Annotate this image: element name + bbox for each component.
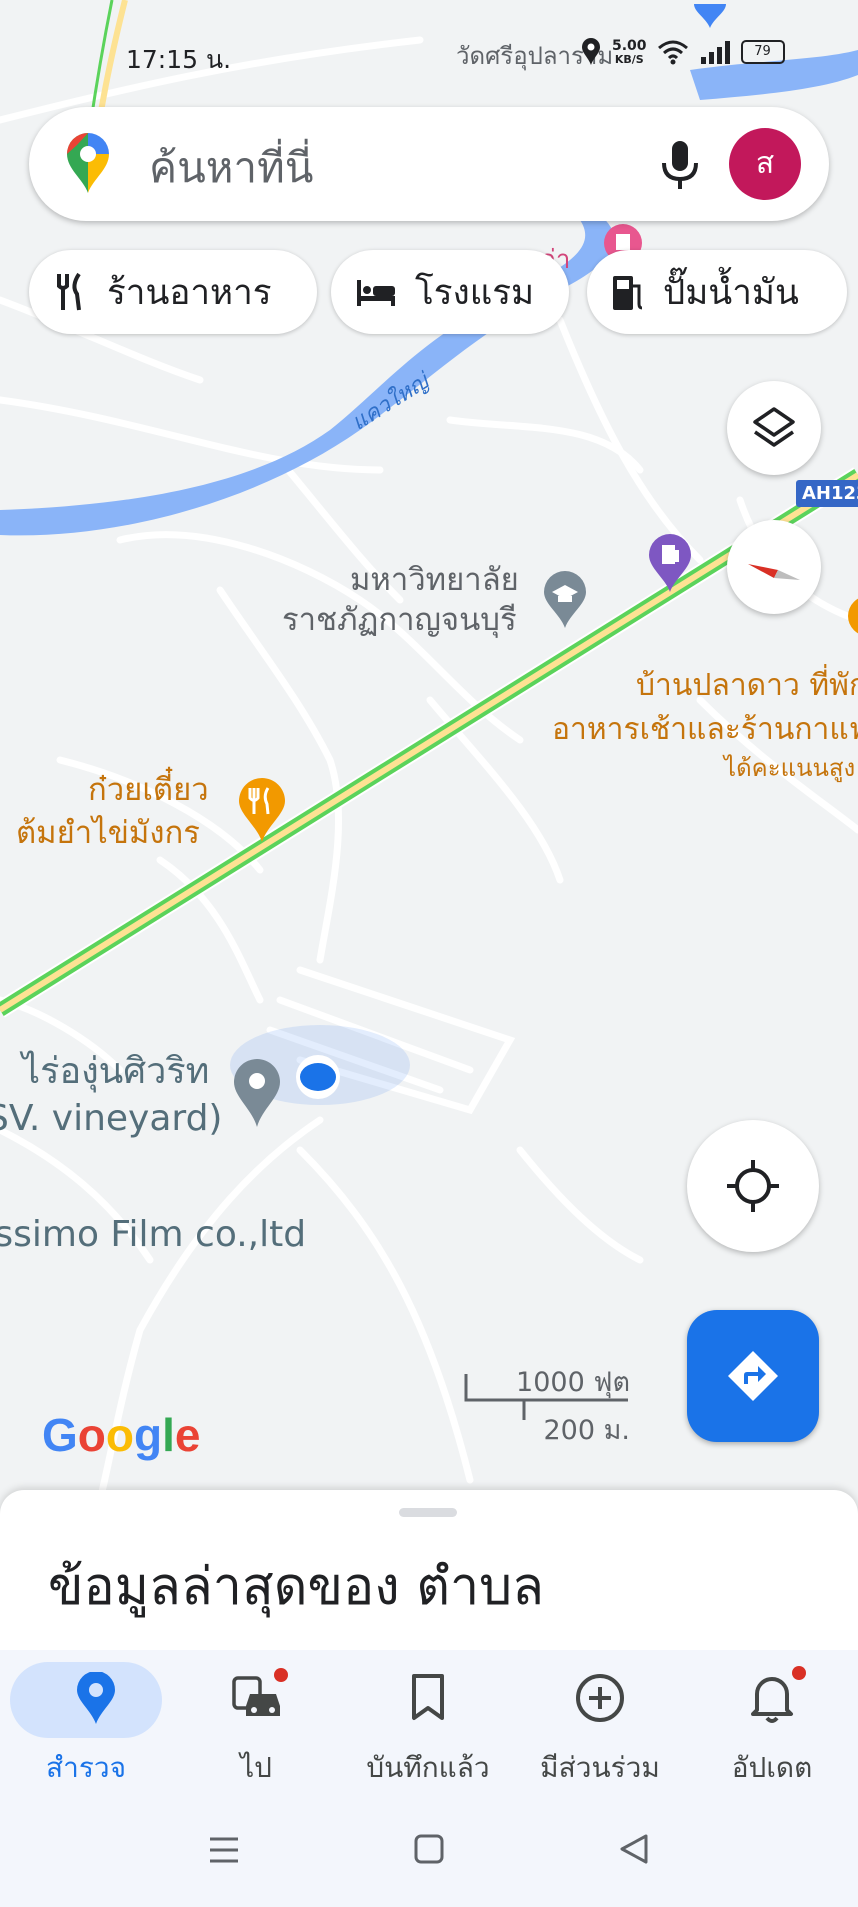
vineyard-pin-icon[interactable]	[230, 1055, 284, 1129]
nav-updates-badge	[792, 1666, 806, 1680]
google-maps-logo-icon	[67, 133, 109, 193]
bell-icon	[751, 1677, 793, 1723]
network-speed-value: 5.00	[612, 37, 647, 54]
scale-feet-label: 1000 ฟุต	[516, 1367, 630, 1398]
vineyard-label-line1: ไร่องุ่นศิวริท	[22, 1051, 210, 1092]
chip-label: ร้านอาหาร	[107, 272, 272, 313]
add-circle-icon	[576, 1674, 624, 1722]
layers-icon	[753, 407, 795, 447]
scale-meters-label: 200 ม.	[543, 1415, 631, 1446]
hotel-icon	[357, 280, 395, 306]
university-label-line2: ราชภัฏกาญจนบุรี	[282, 602, 517, 638]
chip-hotels[interactable]: โรงแรม	[331, 250, 569, 334]
highway-shield: AH123	[796, 480, 858, 507]
right-poi-label-line2: อาหารเช้าและร้านกาแฟ	[552, 712, 858, 747]
sheet-drag-handle[interactable]	[399, 1508, 457, 1517]
directions-icon	[728, 1351, 778, 1401]
restaurant-icon	[57, 272, 81, 311]
back-triangle-icon[interactable]	[618, 1833, 650, 1865]
search-bar[interactable]: ค้นหาที่นี่ ส	[29, 107, 829, 221]
sheet-title: ข้อมูลล่าสุดของ ตำบล	[48, 1557, 545, 1617]
nav-label: ไป	[240, 1751, 272, 1784]
recents-menu-icon[interactable]	[208, 1835, 240, 1865]
top-pin-icon	[694, 4, 726, 28]
account-avatar[interactable]: ส	[729, 128, 801, 200]
map-view[interactable]: แควใหญ่ ล่า AH123 มหาวิทยาลัย ราชภัฏกาญจ…	[0, 0, 858, 1500]
right-edge-poi-icon[interactable]	[842, 590, 858, 640]
right-poi-label-line1: บ้านปลาดาว ที่พัก	[636, 668, 858, 703]
bookmark-icon	[412, 1674, 444, 1720]
university-pin-icon[interactable]	[540, 570, 590, 630]
nav-label: สำรวจ	[46, 1751, 126, 1784]
location-icon	[582, 38, 600, 65]
right-poi-label-line3: ได้คะแนนสูง	[724, 754, 856, 782]
chip-gas-stations[interactable]: ปั๊มน้ำมัน	[587, 250, 847, 334]
microphone-icon[interactable]	[655, 139, 705, 191]
map-scale: 1000 ฟุต 200 ม.	[464, 1360, 634, 1446]
chip-restaurants[interactable]: ร้านอาหาร	[29, 250, 317, 334]
map-base-layer	[0, 0, 858, 1500]
google-logo: Google	[42, 1409, 201, 1461]
compass-icon	[748, 564, 800, 580]
explore-pin-icon	[77, 1672, 115, 1724]
film-company-label: Fortissimo Film co.,ltd	[0, 1214, 307, 1255]
home-square-icon[interactable]	[413, 1833, 445, 1865]
my-location-button[interactable]	[687, 1120, 819, 1252]
network-speed: 5.00 KB/S	[612, 39, 647, 65]
nav-updates[interactable]: อัปเดต	[686, 1650, 858, 1795]
crosshair-icon	[727, 1160, 779, 1212]
status-icons: 5.00 KB/S 79	[580, 38, 785, 66]
bottom-sheet[interactable]: ข้อมูลล่าสุดของ ตำบล	[0, 1490, 858, 1650]
nav-label: บันทึกแล้ว	[366, 1751, 490, 1784]
restaurant-pin-icon[interactable]	[235, 776, 289, 844]
university-label-line1: มหาวิทยาลัย	[350, 562, 519, 598]
restaurant-label-line2: ต้มยำไข่มังกร	[16, 815, 200, 851]
gas-station-pin-icon[interactable]	[645, 532, 695, 594]
status-time: 17:15 น.	[126, 45, 232, 74]
search-input[interactable]: ค้นหาที่นี่	[149, 135, 313, 201]
network-speed-unit: KB/S	[614, 52, 644, 66]
nav-label: อัปเดต	[731, 1751, 813, 1784]
gas-station-icon	[613, 276, 643, 310]
nav-label: มีส่วนร่วม	[540, 1751, 660, 1784]
chip-label: ปั๊มน้ำมัน	[663, 272, 799, 313]
system-navigation-bar	[0, 1795, 858, 1907]
battery-level: 79	[754, 44, 771, 59]
status-bar: 17:15 น. วัดศรีอุปลาราม 5.00 KB/S 79	[0, 30, 858, 80]
signal-icon	[700, 41, 730, 64]
layers-button[interactable]	[727, 381, 821, 475]
nav-go[interactable]: ไป	[170, 1650, 342, 1795]
compass-button[interactable]	[727, 520, 821, 614]
vineyard-label-line2: (SV. vineyard)	[0, 1098, 223, 1139]
nav-go-badge	[274, 1668, 288, 1682]
nav-contribute[interactable]: มีส่วนร่วม	[514, 1650, 686, 1795]
bottom-navigation: สำรวจ ไป บันทึกแล้ว มีส่วนร่วม อัปเดต	[0, 1650, 858, 1795]
wifi-icon	[657, 40, 688, 65]
restaurant-label-line1: ก๋วยเตี๋ยว	[88, 772, 209, 808]
nav-explore[interactable]: สำรวจ	[10, 1650, 182, 1795]
directions-button[interactable]	[687, 1310, 819, 1442]
nav-saved[interactable]: บันทึกแล้ว	[342, 1650, 514, 1795]
chip-label: โรงแรม	[415, 272, 535, 313]
battery-icon: 79	[740, 40, 785, 64]
commute-icon	[232, 1676, 280, 1716]
